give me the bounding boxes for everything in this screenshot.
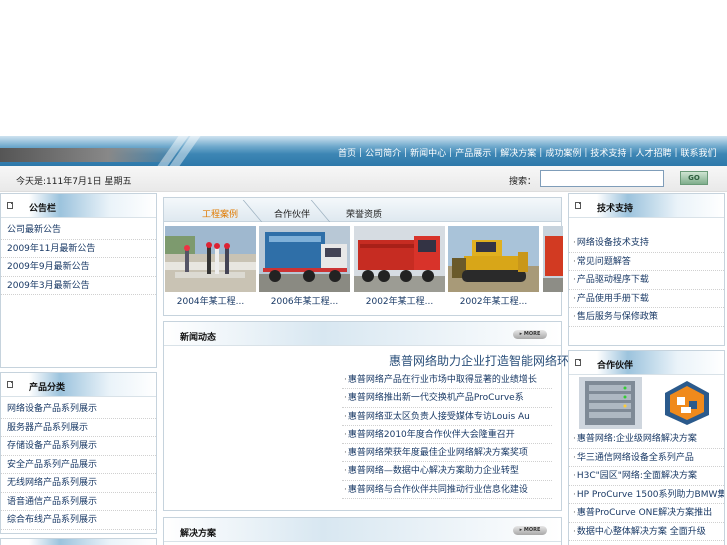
list-item[interactable]: 2009年3月最新公告 [1,277,156,295]
list-item[interactable]: HP ProCurve 1500系列助力BMW集 [569,486,724,504]
current-date: 今天是:111年7月1日 星期五 [16,177,132,187]
project-photo-truck-red[interactable] [354,226,445,292]
news-item[interactable]: 惠普网络2010年度合作伙伴大会隆重召开 [342,426,552,445]
solutions-title: 解决方案 [180,529,217,539]
list-item[interactable]: 2009年11月最新公告 [1,240,156,258]
product-category-title: 产品分类 [29,383,66,393]
news-header: 新闻动态 ▸ MORE [164,322,561,346]
list-item[interactable]: 常见问题解答 [569,253,724,271]
server-rack-image[interactable] [579,377,642,429]
list-item[interactable]: 网络设备技术支持 [569,234,724,253]
photo-caption[interactable]: 2002年某工程... [354,294,445,307]
list-item[interactable]: 安全产品系列产品展示 [1,456,156,474]
nav-cases[interactable]: 成功案例 [543,146,583,159]
solutions-header: 解决方案 ▸ MORE [164,518,561,542]
tech-support-list: 网络设备技术支持 常见问题解答 产品驱动程序下载 产品使用手册下载 售后服务与保… [569,234,724,327]
photo-caption[interactable]: 2006年某工程... [259,294,350,307]
solutions-box: 解决方案 ▸ MORE [163,517,562,545]
list-item[interactable]: 产品使用手册下载 [569,290,724,308]
nav-contact[interactable]: 联系我们 [679,146,719,159]
list-item[interactable]: 存储设备产品系列展示 [1,437,156,456]
list-item[interactable]: 服务器产品系列展示 [1,419,156,437]
search-label: 搜索： [509,177,537,187]
left-box-3-header [1,539,156,545]
tab-honors[interactable]: 荣誉资质 [346,207,382,220]
project-photo-bulldozer[interactable] [448,226,539,292]
tab-bar: 工程案例 合作伙伴 荣誉资质 [164,198,561,222]
left-box-3 [0,538,157,545]
news-box: 新闻动态 ▸ MORE 惠普网络助力企业打造智能网络环境... 惠普网络产品在行… [163,321,592,511]
product-category-header: 产品分类 [1,373,156,397]
tech-support-header: 技术支持 [569,194,724,218]
list-item[interactable]: 惠普ProCurve ONE解决方案推出 [569,504,724,523]
showcase-tab-box: 工程案例 合作伙伴 荣誉资质 2004年某工程... 2006年某工程... 2… [163,197,563,316]
search-go-button[interactable]: GO [680,171,708,185]
document-icon [575,202,581,209]
list-item[interactable]: 无线网络产品系列展示 [1,474,156,493]
partner-header: 合作伙伴 [569,351,724,375]
list-item[interactable]: 产品驱动程序下载 [569,271,724,290]
search-input[interactable] [540,170,664,187]
photo-caption[interactable]: 2004年某工程... [165,294,256,307]
product-category-list: 网络设备产品系列展示 服务器产品系列展示 存储设备产品系列展示 安全产品系列产品… [1,400,156,530]
news-item[interactable]: 惠普网络产品在行业市场中取得显著的业绩增长 [342,371,552,390]
nav-support[interactable]: 技术支持 [588,146,628,159]
tab-divider [310,200,331,222]
tech-support-title: 技术支持 [597,204,634,214]
announcement-box: 公告栏 公司最新公告 2009年11月最新公告 2009年9月最新公告 2009… [0,193,157,368]
list-item[interactable]: 公司最新公告 [1,221,156,240]
tech-support-box: 技术支持 网络设备技术支持 常见问题解答 产品驱动程序下载 产品使用手册下载 售… [568,193,725,346]
info-bar: 今天是:111年7月1日 星期五 搜索： GO [0,166,727,192]
more-label: MORE [523,331,541,337]
nav-news[interactable]: 新闻中心 [408,146,448,159]
list-item[interactable]: 惠普网络:企业级网络解决方案 [569,430,724,449]
product-category-box: 产品分类 网络设备产品系列展示 服务器产品系列展示 存储设备产品系列展示 安全产… [0,372,157,534]
photo-caption[interactable]: 2002年某工程... [448,294,539,307]
list-item[interactable]: 数据中心整体解决方案 全面升级 [569,523,724,541]
tab-partners[interactable]: 合作伙伴 [274,207,310,220]
list-item[interactable]: 综合布线产品系列展示 [1,511,156,530]
list-item[interactable]: 售后服务与保修政策 [569,308,724,327]
nav-products[interactable]: 产品展示 [453,146,493,159]
announcement-list: 公司最新公告 2009年11月最新公告 2009年9月最新公告 2009年3月最… [1,221,156,295]
partner-list: 惠普网络:企业级网络解决方案 华三通信网络设备全系列产品 H3C"园区"网络:全… [569,430,724,541]
main-nav: 首页 | 公司简介 | 新闻中心 | 产品展示 | 解决方案 | 成功案例 | 技术支持 | … [336,146,719,160]
tab-divider [242,200,263,222]
news-list: 惠普网络产品在行业市场中取得显著的业绩增长 惠普网络推出新一代交换机产品ProC… [342,371,552,500]
list-item[interactable]: 网络设备产品系列展示 [1,400,156,419]
news-headline[interactable]: 惠普网络助力企业打造智能网络环境... [389,352,592,369]
banner-dark-band [0,148,180,162]
news-title: 新闻动态 [180,333,217,343]
nav-solutions[interactable]: 解决方案 [498,146,538,159]
tab-cases[interactable]: 工程案例 [202,207,238,220]
news-item[interactable]: 惠普网络亚太区负责人接受媒体专访Louis Au [342,408,552,426]
document-icon [7,381,13,388]
list-item[interactable]: 语音通信产品系列展示 [1,493,156,511]
more-label: MORE [523,527,541,533]
news-item[interactable]: 惠普网络与合作伙伴共同推动行业信息化建设 [342,481,552,500]
announcement-title: 公告栏 [29,204,57,214]
document-icon [575,359,581,366]
network-hexagon-logo[interactable] [661,379,713,427]
partner-box: 合作伙伴 惠普网络:企业级网络解决方案 华三通信网络设备全系列产品 H3C"园区… [568,350,725,545]
news-item[interactable]: 惠普网络—数据中心解决方案助力企业转型 [342,462,552,481]
news-item[interactable]: 惠普网络荣获年度最佳企业网络解决方案奖项 [342,444,552,463]
nav-about[interactable]: 公司简介 [363,146,403,159]
project-photo-workers[interactable] [165,226,256,292]
announcement-box-header: 公告栏 [1,194,156,218]
news-more-button[interactable]: ▸ MORE [513,330,547,339]
list-item[interactable]: 2009年9月最新公告 [1,258,156,277]
document-icon [7,202,13,209]
nav-home[interactable]: 首页 [336,146,358,159]
solutions-more-button[interactable]: ▸ MORE [513,526,547,535]
project-photo-partial[interactable] [543,226,563,292]
photo-strip [164,226,563,296]
nav-jobs[interactable]: 人才招聘 [633,146,673,159]
news-item[interactable]: 惠普网络推出新一代交换机产品ProCurve系 [342,389,552,408]
list-item[interactable]: 华三通信网络设备全系列产品 [569,449,724,467]
list-item[interactable]: H3C"园区"网络:全面解决方案 [569,467,724,486]
partner-title: 合作伙伴 [597,361,634,371]
project-photo-truck-blue[interactable] [259,226,350,292]
